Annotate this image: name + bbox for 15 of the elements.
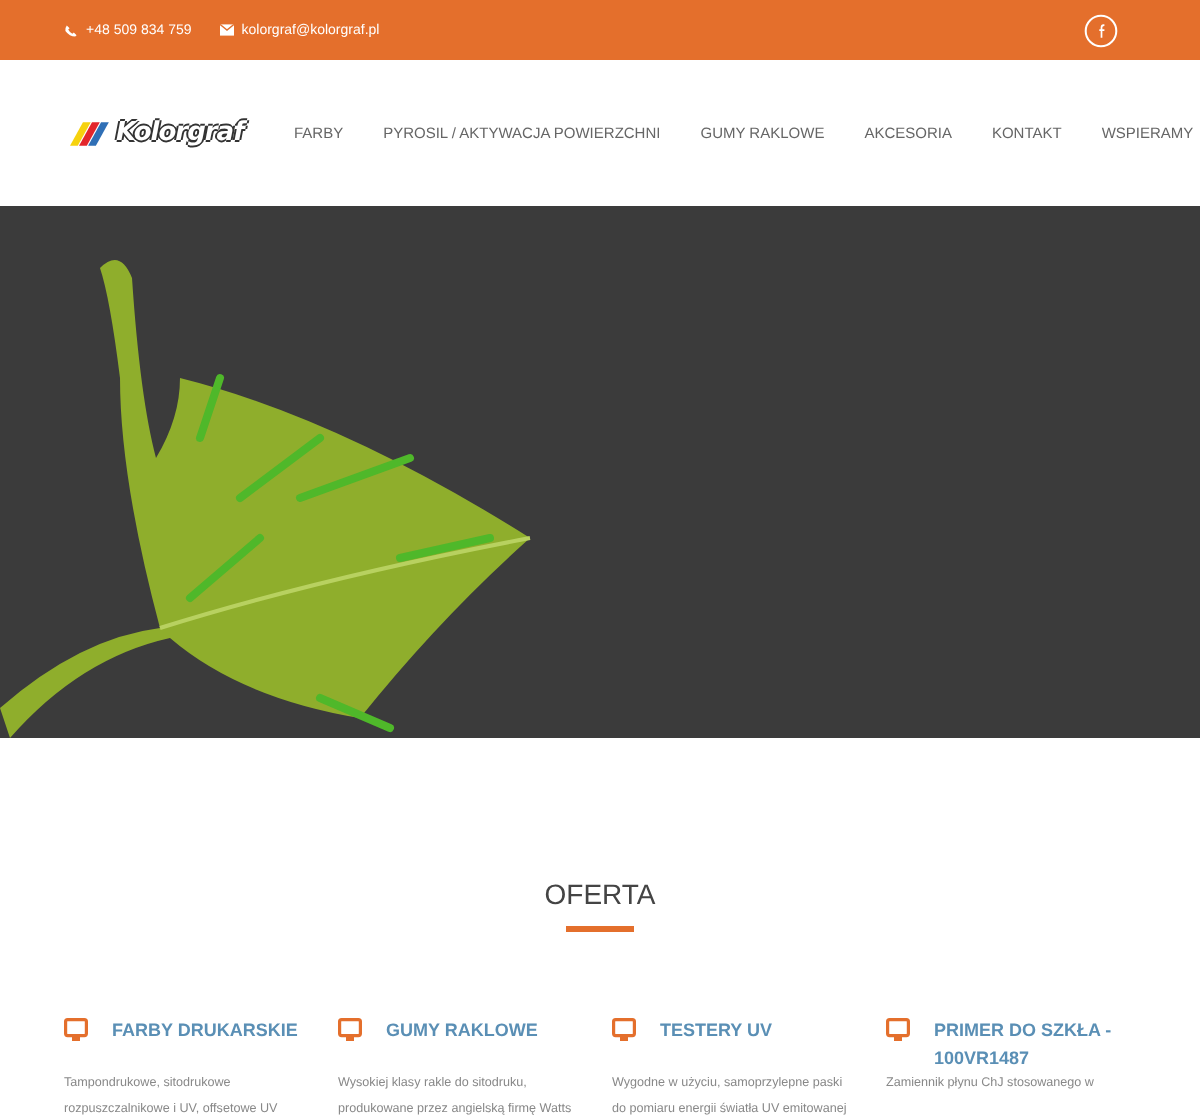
- monitor-icon: [886, 1018, 910, 1042]
- card-title[interactable]: GUMY RAKLOWE: [386, 1016, 596, 1044]
- stripes-icon: [70, 119, 114, 147]
- title-underline: [566, 926, 634, 932]
- monitor-icon: [612, 1018, 636, 1042]
- monitor-icon: [338, 1018, 362, 1042]
- logo[interactable]: Kolorgraf: [70, 118, 294, 148]
- phone-icon: [64, 23, 78, 37]
- card-title[interactable]: PRIMER DO SZKŁA - 100VR1487: [934, 1016, 1144, 1072]
- card-title[interactable]: TESTERY UV: [660, 1016, 870, 1044]
- facebook-icon[interactable]: [1084, 13, 1118, 47]
- envelope-icon: [219, 24, 234, 36]
- card-title[interactable]: FARBY DRUKARSKIE: [112, 1016, 322, 1044]
- monitor-icon: [64, 1018, 88, 1042]
- section-title: OFERTA: [542, 878, 658, 912]
